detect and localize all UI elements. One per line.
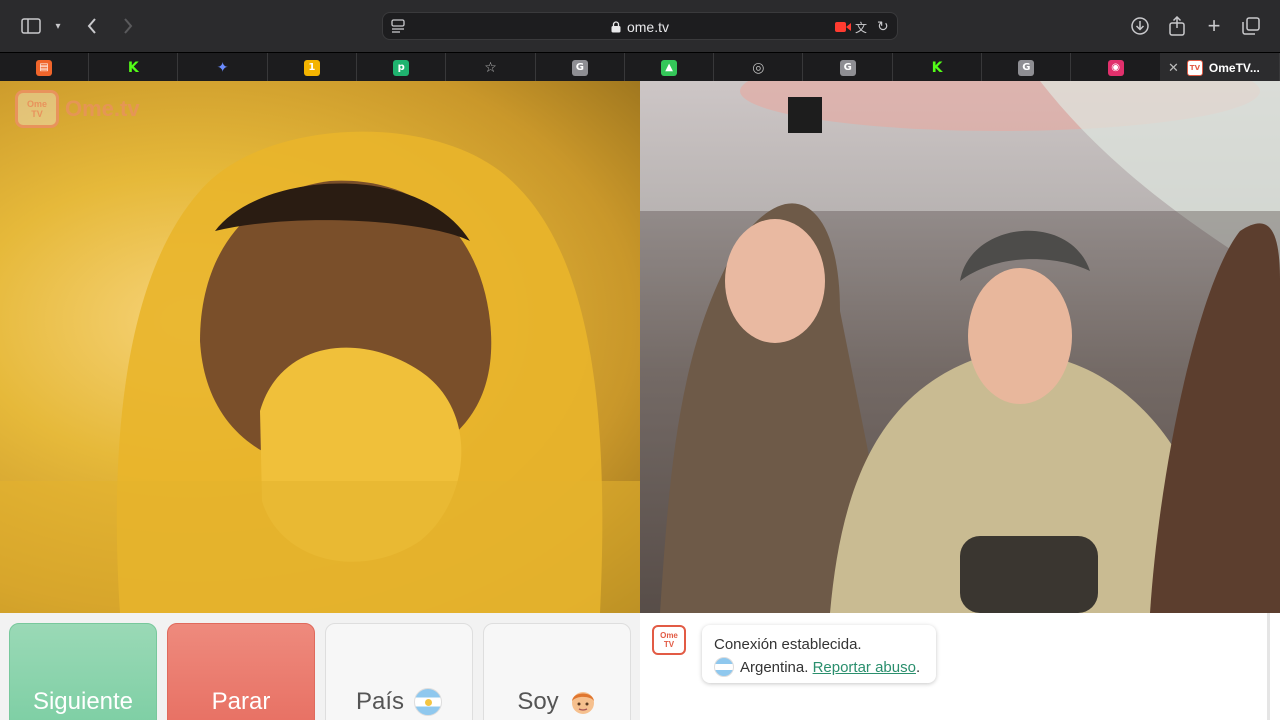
reload-icon[interactable]: ↻ [877,18,889,35]
back-icon[interactable] [84,12,100,40]
g-icon: G [839,59,856,76]
browser-toolbar: ▾ ome.tv 文 ↻ + [0,0,1280,52]
tab-colorful-1[interactable]: 1 [268,53,357,82]
gender-button[interactable]: Soy [483,623,631,720]
controls-bar: Siguiente Parar País Soy [0,613,640,720]
tab-gemini[interactable]: ✦ [179,53,268,82]
boy-emoji-icon [569,688,597,716]
tab-kick[interactable]: K [89,53,179,82]
close-tab-icon[interactable]: ✕ [1168,60,1179,76]
connection-status: Conexión establecida. [714,636,862,653]
logo-badge-bottom: TV [31,109,43,119]
logo-text: Ome.tv [65,96,140,121]
compass-icon: ◎ [752,59,765,76]
g-icon: G [571,59,588,76]
downloads-icon[interactable] [1130,12,1150,40]
g-icon: G [1018,59,1035,76]
instagram-icon: ◉ [1107,59,1124,76]
chat-panel: Ome TV Conexión establecida. Argentina. … [640,613,1280,720]
kick-icon: K [127,59,139,76]
tab-instagram[interactable]: ◉ [1072,53,1161,82]
sidebar-toggle-icon[interactable] [20,12,42,40]
kick-icon: K [931,59,943,76]
tab-g[interactable]: G [982,53,1072,82]
active-tab-title: OmeTV... [1208,60,1260,75]
stop-button-label: Parar [211,688,271,715]
tab-g[interactable]: G [536,53,625,82]
ometv-chat-avatar-icon: Ome TV [652,625,686,655]
new-tab-icon[interactable]: + [1205,12,1223,40]
tab-kick[interactable]: K [893,53,982,82]
local-video-frame [0,131,640,613]
remote-video-frame [640,81,1280,613]
chat-avatar-top: Ome [660,631,678,640]
tab-ometv[interactable]: ✕ TV OmeTV... [1160,53,1280,82]
country-button-label: País [355,688,405,715]
system-message: Conexión establecida. Argentina. Reporta… [702,625,936,683]
next-button-label: Siguiente [32,688,134,715]
ometv-logo[interactable]: Ome TV Ome.tv [15,90,140,128]
translate-icon[interactable]: 文 [855,19,867,36]
tab-psd[interactable]: p [357,53,447,82]
tab-compass[interactable]: ◎ [714,53,804,82]
forward-icon[interactable] [120,12,136,40]
share-icon[interactable] [1168,12,1186,40]
next-button[interactable]: Siguiente [9,623,157,720]
image-icon: ▲ [661,59,678,76]
report-abuse-link[interactable]: Reportar abuso [813,659,916,676]
tab-orange-app[interactable]: ▤ [0,53,89,82]
country-line: Argentina. Reportar abuso. [714,656,924,679]
gemini-icon: ✦ [216,59,229,76]
remote-video [640,81,1280,613]
tab-g[interactable]: G [804,53,893,82]
tab-star[interactable]: ☆ [447,53,536,82]
tab-overview-icon[interactable] [1241,12,1261,40]
colorful-1-icon: 1 [303,59,320,76]
argentina-flag-icon [414,688,443,716]
argentina-flag-icon [714,657,734,677]
gender-button-label: Soy [517,688,559,715]
tab-image[interactable]: ▲ [625,53,715,82]
url-text: ome.tv [626,19,669,35]
star-icon: ☆ [484,59,497,76]
country-filter-button[interactable]: País [325,623,473,720]
chat-avatar-bottom: TV [663,640,675,649]
camera-recording-icon[interactable] [835,20,851,38]
ometv-favicon-icon: TV [1186,59,1203,76]
chat-scrollbar[interactable] [1267,613,1270,720]
local-video: Ome TV Ome.tv [0,81,640,613]
orange-app-icon: ▤ [36,59,52,76]
logo-badge-top: Ome [26,99,47,109]
lock-icon [611,20,621,36]
psd-icon: p [393,59,410,76]
address-bar[interactable]: ome.tv 文 ↻ [382,12,898,40]
report-suffix: . [915,659,921,676]
stop-button[interactable]: Parar [167,623,315,720]
chevron-down-icon[interactable]: ▾ [52,12,64,40]
country-name: Argentina. [740,659,809,676]
tab-bar: ◉ G K G ◎ ▲ G ☆ p 1 ✦ K ▤ ✕ TV OmeTV... [0,52,1280,82]
tv-logo-icon: Ome TV [15,90,59,128]
